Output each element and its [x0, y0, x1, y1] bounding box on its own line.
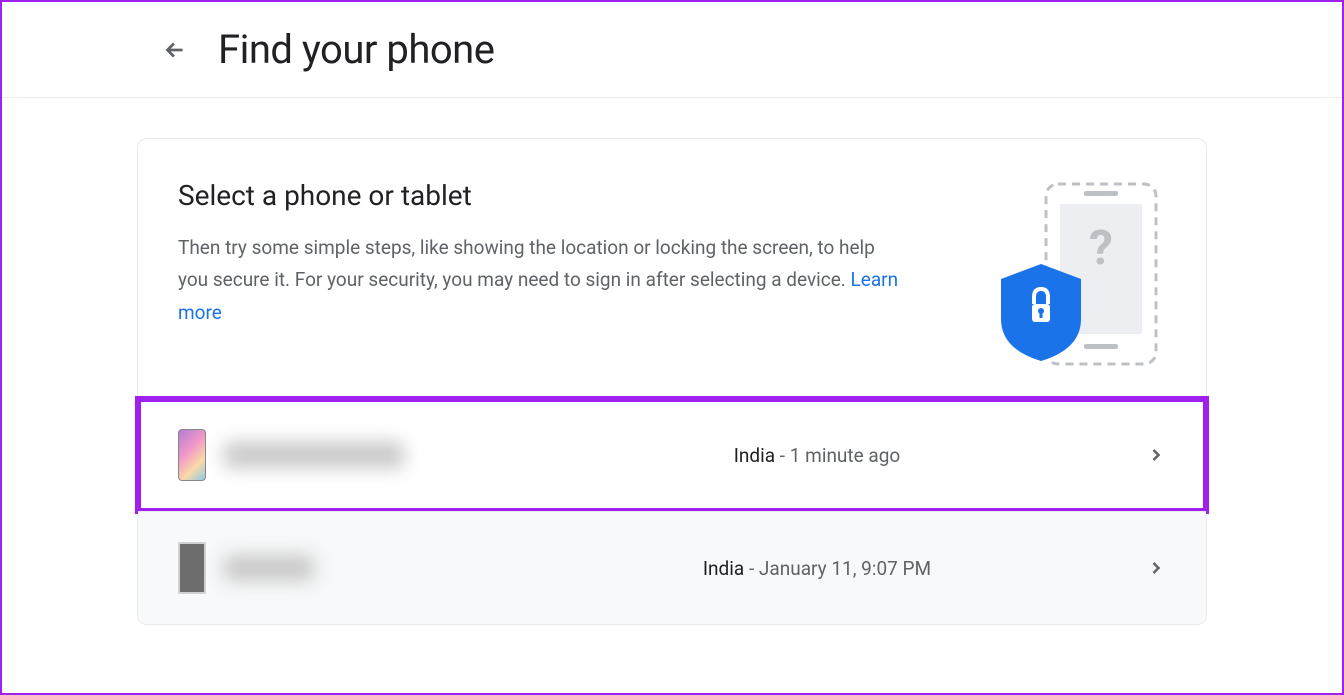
- device-row-1[interactable]: India - 1 minute ago: [138, 399, 1206, 511]
- card-title: Select a phone or tablet: [178, 179, 966, 212]
- page-header: Find your phone: [2, 2, 1342, 98]
- device-info: India - January 11, 9:07 PM: [438, 557, 1146, 580]
- separator: -: [775, 444, 790, 467]
- chevron-right-icon: [1146, 445, 1166, 465]
- device-info: India - 1 minute ago: [438, 444, 1146, 467]
- separator: -: [744, 557, 759, 580]
- card-header: Select a phone or tablet Then try some s…: [138, 139, 1206, 399]
- description-text: Then try some simple steps, like showing…: [178, 236, 875, 291]
- device-row-2[interactable]: India - January 11, 9:07 PM: [138, 511, 1206, 624]
- svg-text:?: ?: [1089, 219, 1113, 276]
- card-header-text: Select a phone or tablet Then try some s…: [178, 179, 966, 369]
- device-card: Select a phone or tablet Then try some s…: [137, 138, 1207, 625]
- phone-icon: [178, 542, 206, 594]
- phone-shield-illustration: ?: [996, 179, 1166, 369]
- chevron-right-icon: [1146, 558, 1166, 578]
- phone-icon: [178, 429, 206, 481]
- device-time: January 11, 9:07 PM: [759, 557, 931, 580]
- device-icon-column: [178, 429, 438, 481]
- device-time: 1 minute ago: [790, 444, 900, 467]
- card-description: Then try some simple steps, like showing…: [178, 232, 908, 329]
- device-location: India: [734, 444, 775, 467]
- page-title: Find your phone: [218, 26, 494, 73]
- device-location: India: [703, 557, 744, 580]
- device-icon-column: [178, 542, 438, 594]
- device-name-redacted: [224, 555, 314, 581]
- back-arrow-icon[interactable]: [162, 37, 188, 63]
- device-name-redacted: [224, 442, 404, 468]
